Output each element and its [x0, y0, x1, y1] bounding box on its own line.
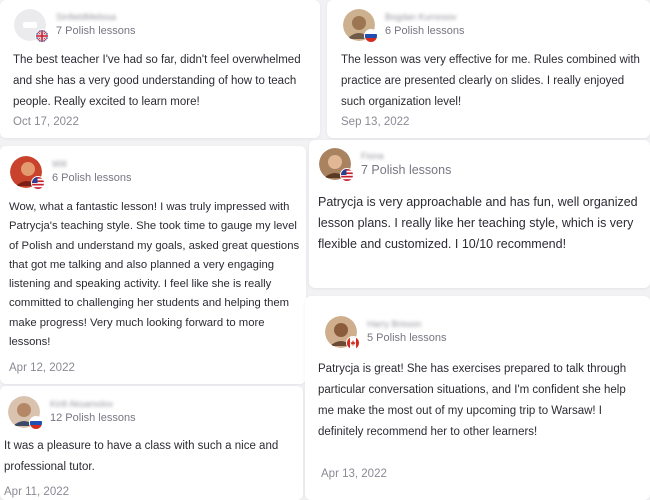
uk-flag-icon: [35, 29, 49, 43]
review-date: Apr 13, 2022: [321, 468, 387, 480]
review-date: Apr 11, 2022: [4, 486, 70, 498]
usa-flag-icon: [340, 168, 354, 182]
review-card: Will 6 Polish lessons Wow, what a fantas…: [0, 146, 306, 384]
russia-flag-icon: [364, 29, 378, 43]
review-card: SinfieldMelissa 7 Polish lessons The bes…: [0, 0, 320, 138]
reviewer-name: Will: [52, 159, 67, 169]
review-text: The best teacher I've had so far, didn't…: [13, 54, 301, 108]
lesson-count: 6 Polish lessons: [52, 172, 132, 184]
lesson-count: 6 Polish lessons: [385, 25, 465, 37]
review-date: Oct 17, 2022: [13, 116, 79, 128]
avatar[interactable]: [14, 9, 49, 43]
lesson-count: 12 Polish lessons: [50, 412, 136, 424]
review-card: Bogdan Kurnosov 6 Polish lessons The les…: [327, 0, 650, 138]
reviewer-name: Fiona: [361, 151, 384, 161]
lesson-count: 7 Polish lessons: [361, 163, 452, 177]
review-text: It was a pleasure to have a class with s…: [4, 440, 279, 473]
avatar[interactable]: [325, 316, 360, 350]
review-text: Patrycja is very approachable and has fu…: [318, 195, 638, 251]
avatar[interactable]: [319, 148, 354, 182]
canada-flag-icon: [346, 336, 360, 350]
review-card: Fiona 7 Polish lessons Patrycja is very …: [309, 140, 650, 288]
reviewer-name: Kirill Aksamolov: [50, 399, 114, 409]
usa-flag-icon: [31, 176, 45, 190]
review-card: Kirill Aksamolov 12 Polish lessons It wa…: [0, 386, 303, 500]
reviewer-name: Bogdan Kurnosov: [385, 12, 457, 22]
lesson-count: 7 Polish lessons: [56, 25, 136, 37]
reviewer-name: Harry Brisson: [367, 319, 422, 329]
russia-flag-icon: [29, 416, 43, 430]
lesson-count: 5 Polish lessons: [367, 332, 447, 344]
review-text: Patrycja is great! She has exercises pre…: [318, 363, 627, 438]
reviewer-name: SinfieldMelissa: [56, 12, 117, 22]
avatar[interactable]: [8, 396, 43, 430]
avatar[interactable]: [343, 9, 378, 43]
review-date: Apr 12, 2022: [9, 362, 75, 374]
review-date: Sep 13, 2022: [341, 116, 410, 128]
avatar[interactable]: [10, 156, 45, 190]
review-text: Wow, what a fantastic lesson! I was trul…: [9, 201, 300, 349]
review-card: Harry Brisson 5 Polish lessons Patrycja …: [305, 296, 650, 500]
review-text: The lesson was very effective for me. Ru…: [341, 54, 640, 108]
